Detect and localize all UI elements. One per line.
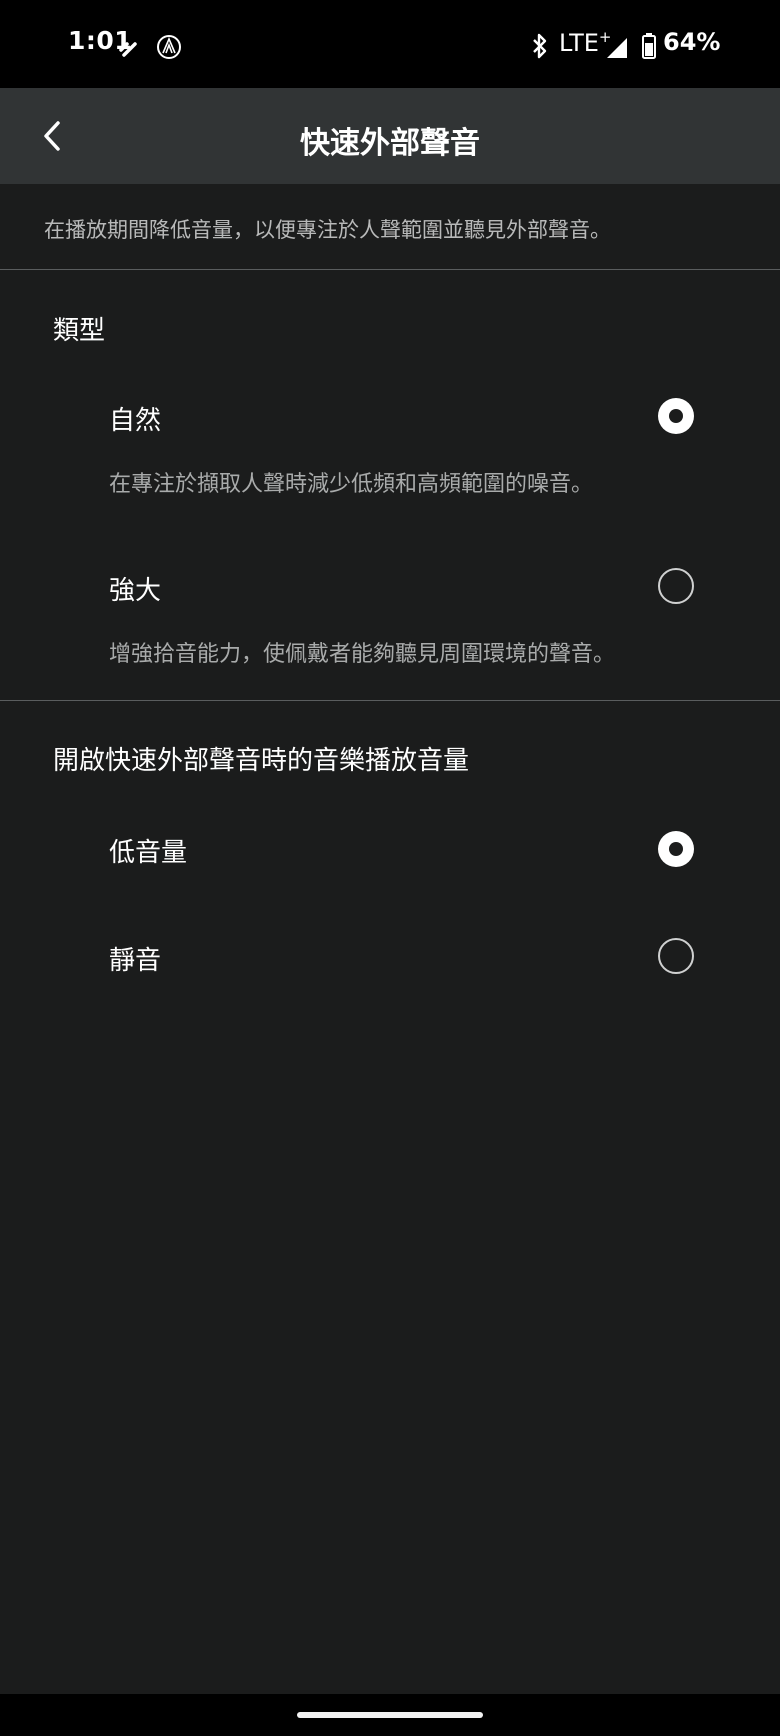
link-icon — [119, 42, 137, 57]
option-strong[interactable]: 強大 增強拾音能力，使佩戴者能夠聽見周圍環境的聲音。 — [0, 550, 780, 680]
battery-percent: 64% — [663, 28, 721, 56]
option-description: 在專注於擷取人聲時減少低頻和高頻範圍的噪音。 — [109, 472, 594, 497]
status-bar: 1:01 LTE+ 64% — [0, 0, 780, 88]
home-indicator[interactable] — [297, 1712, 483, 1718]
radio-natural-selected[interactable] — [658, 398, 694, 434]
network-type: LTE — [559, 29, 599, 57]
app-bar: 快速外部聲音 — [0, 88, 780, 184]
bluetooth-icon — [533, 33, 547, 59]
network-label: LTE+ — [559, 28, 611, 57]
option-label: 低音量 — [109, 838, 188, 868]
audio-technica-logo-icon — [157, 35, 181, 59]
option-description: 增強拾音能力，使佩戴者能夠聽見周圍環境的聲音。 — [109, 642, 616, 667]
option-label: 自然 — [109, 406, 162, 436]
signal-icon — [607, 38, 627, 58]
option-natural[interactable]: 自然 在專注於擷取人聲時減少低頻和高頻範圍的噪音。 — [0, 380, 780, 510]
battery-icon — [642, 33, 656, 59]
section-title-volume: 開啟快速外部聲音時的音樂播放音量 — [53, 746, 470, 776]
divider — [0, 269, 780, 270]
option-low-volume[interactable]: 低音量 — [0, 815, 780, 885]
option-label: 強大 — [109, 576, 162, 606]
radio-mute[interactable] — [658, 938, 694, 974]
option-mute[interactable]: 靜音 — [0, 920, 780, 990]
page-description: 在播放期間降低音量，以便專注於人聲範圍並聽見外部聲音。 — [44, 218, 611, 242]
page-title: 快速外部聲音 — [300, 126, 480, 161]
option-label: 靜音 — [109, 946, 162, 976]
radio-strong[interactable] — [658, 568, 694, 604]
divider — [0, 700, 780, 701]
section-title-type: 類型 — [53, 316, 106, 346]
navigation-bar — [0, 1694, 780, 1736]
radio-low-volume-selected[interactable] — [658, 831, 694, 867]
